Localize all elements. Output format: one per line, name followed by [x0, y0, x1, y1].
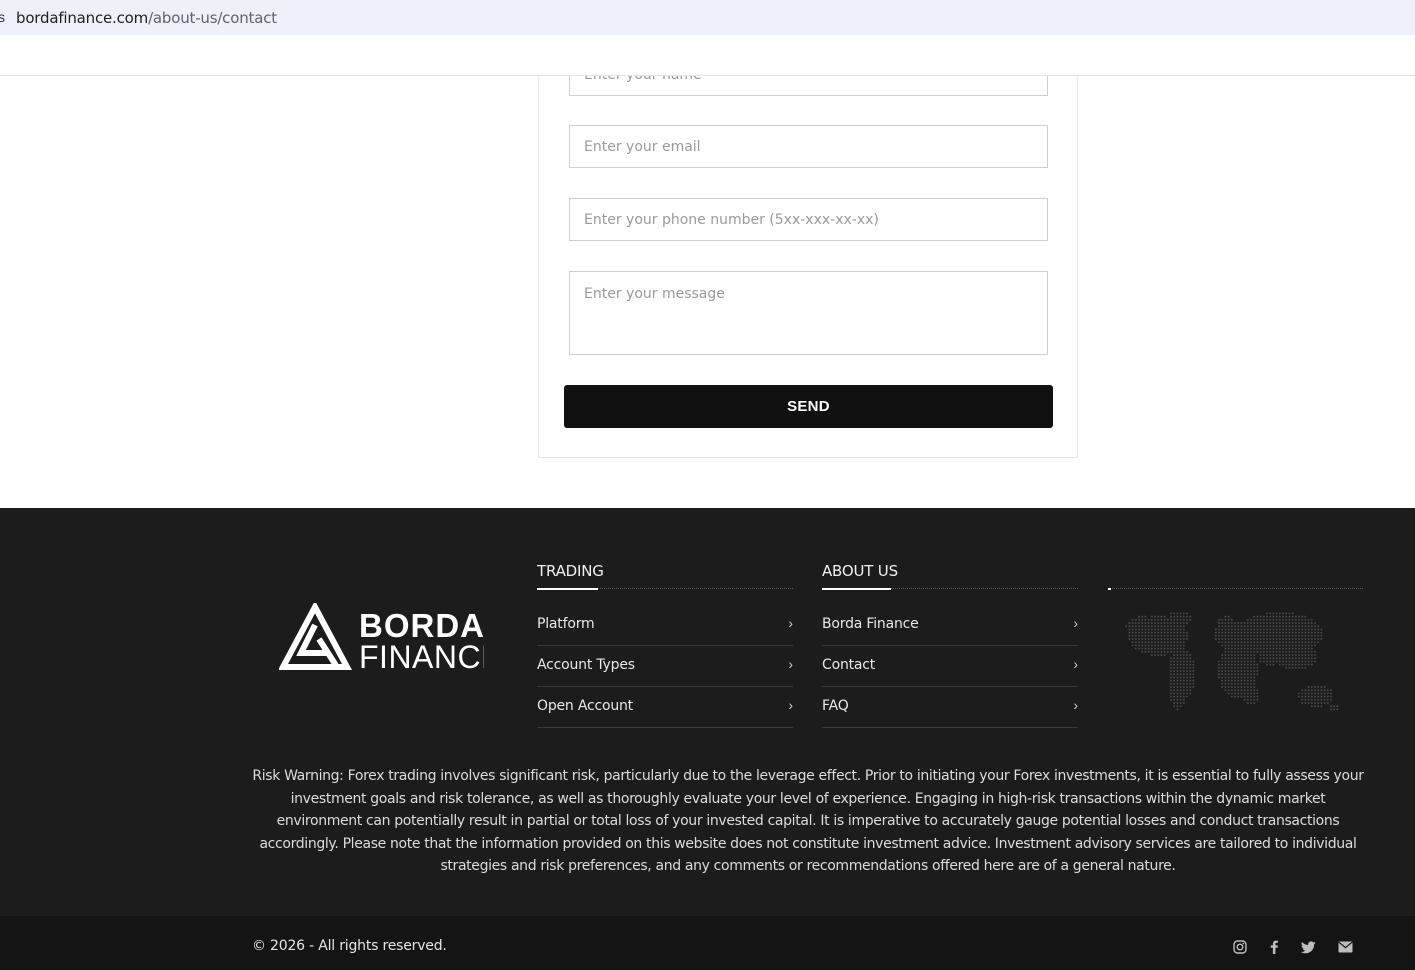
- footer-link-label: Contact: [822, 657, 876, 673]
- url-path: /about-us/contact: [148, 9, 277, 27]
- footer-link-account-types[interactable]: Account Types ›: [537, 646, 793, 687]
- site-info-icon[interactable]: s: [0, 9, 5, 25]
- address-url[interactable]: bordafinance.com/about-us/contact: [16, 9, 277, 27]
- footer-link-label: Account Types: [537, 657, 635, 673]
- footer-link-open-account[interactable]: Open Account ›: [537, 687, 793, 728]
- email-field[interactable]: [569, 125, 1048, 168]
- trading-heading: TRADING: [537, 562, 604, 580]
- logo-line2: FINANCE: [359, 639, 484, 673]
- chevron-right-icon: ›: [1073, 656, 1078, 672]
- footer-link-label: FAQ: [822, 698, 849, 714]
- twitter-icon[interactable]: [1298, 938, 1318, 956]
- footer-link-platform[interactable]: Platform ›: [537, 605, 793, 646]
- chevron-right-icon: ›: [1073, 697, 1078, 713]
- footer-link-contact[interactable]: Contact ›: [822, 646, 1078, 687]
- instagram-icon[interactable]: [1230, 938, 1250, 956]
- chevron-right-icon: ›: [788, 656, 793, 672]
- chevron-right-icon: ›: [788, 615, 793, 631]
- email-icon[interactable]: [1335, 938, 1355, 956]
- url-domain: bordafinance.com: [16, 9, 149, 27]
- facebook-icon[interactable]: [1264, 938, 1284, 956]
- footer-link-label: Platform: [537, 616, 595, 632]
- about-heading: ABOUT US: [822, 562, 898, 580]
- chevron-right-icon: ›: [788, 697, 793, 713]
- footer-link-label: Borda Finance: [822, 616, 919, 632]
- borda-logo-mark-icon: BORDA FINANCE: [278, 600, 502, 675]
- send-button[interactable]: SEND: [564, 385, 1053, 428]
- map-accent-line: [1108, 588, 1111, 590]
- world-map-icon: [1120, 604, 1352, 722]
- chevron-right-icon: ›: [1073, 615, 1078, 631]
- footer-link-label: Open Account: [537, 698, 633, 714]
- message-field[interactable]: [569, 271, 1048, 355]
- borda-finance-logo[interactable]: BORDA FINANCE: [278, 600, 502, 675]
- site-header: [0, 35, 1415, 76]
- trading-accent-line: [537, 588, 598, 590]
- about-accent-line: [822, 588, 891, 590]
- map-divider: [1108, 588, 1363, 589]
- footer-link-faq[interactable]: FAQ ›: [822, 687, 1078, 728]
- about-links: Borda Finance › Contact › FAQ ›: [822, 605, 1078, 728]
- phone-field[interactable]: [569, 198, 1048, 241]
- risk-warning: Risk Warning: Forex trading involves sig…: [252, 768, 1364, 874]
- trading-links: Platform › Account Types › Open Account ›: [537, 605, 793, 728]
- browser-address-bar[interactable]: s bordafinance.com/about-us/contact: [0, 0, 1415, 35]
- copyright-text: © 2026 - All rights reserved.: [252, 938, 447, 954]
- footer-link-borda-finance[interactable]: Borda Finance ›: [822, 605, 1078, 646]
- contact-form: SEND: [538, 40, 1078, 458]
- bottom-bar: [0, 916, 1415, 970]
